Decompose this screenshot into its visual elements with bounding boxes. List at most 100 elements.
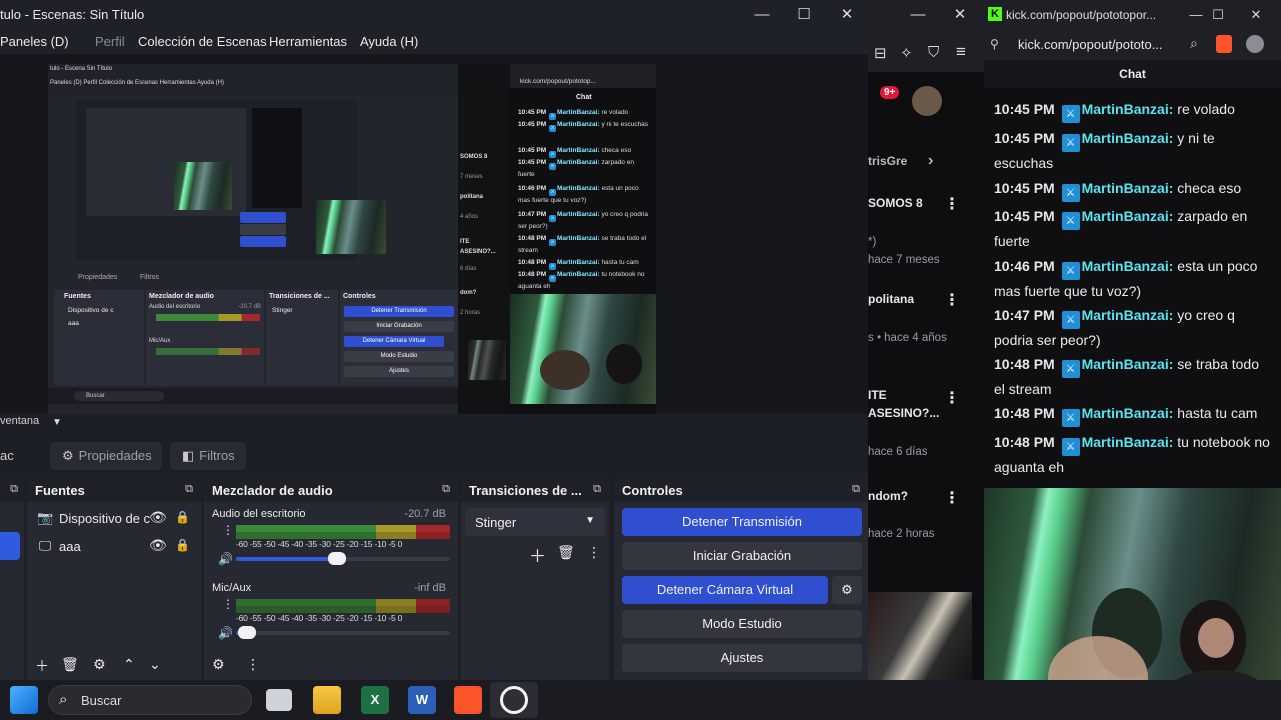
chat-username[interactable]: MartinBanzai [1082,307,1169,323]
chat-username[interactable]: MartinBanzai [557,109,597,116]
filters-button[interactable]: ◧ Filtros [170,442,246,470]
transition-select[interactable]: Stinger ▼ [465,508,605,536]
chat-username[interactable]: MartinBanzai [557,121,597,128]
leo-ai-icon[interactable]: ✧ [900,44,913,62]
minimize-button[interactable]: — [896,3,940,27]
taskbar-search[interactable]: ⌕ Buscar [48,685,252,715]
program-preview[interactable]: tulo - Escena Sin Título Paneles (D) Per… [0,54,868,414]
undock-icon[interactable]: ⧉ [10,483,18,496]
chat-username[interactable]: MartinBanzai [557,235,597,242]
add-transition-button[interactable]: ＋ [529,542,546,567]
chevron-down-icon[interactable]: ⌄ [149,656,161,673]
menu-ayuda[interactable]: Ayuda (H) [360,34,418,49]
properties-button[interactable]: ⚙ Propiedades [50,442,162,470]
menu-perfil[interactable]: Perfil [95,34,125,49]
zoom-icon[interactable]: ⌕ [1190,35,1198,52]
extensions-icon[interactable] [1246,35,1264,53]
kebab-menu-icon[interactable]: ⋮ [944,388,960,408]
chat-username[interactable]: MartinBanzai [557,185,597,192]
kebab-menu-icon[interactable]: ⋮ [587,544,601,561]
trash-icon[interactable]: 🗑 [557,544,575,561]
brave-icon[interactable] [454,686,482,714]
mixer-channel-mic: Mic/Aux -inf dB ⋮ -60 -55 -50 -45 -40 -3… [212,582,450,652]
slider-handle[interactable] [328,552,346,565]
avatar[interactable] [912,86,942,116]
notifications-bell[interactable]: 9+ [872,86,900,106]
virtual-camera-settings-button[interactable]: ⚙ [832,576,862,604]
excel-icon[interactable]: X [361,686,389,714]
start-recording-button[interactable]: Iniciar Grabación [622,542,862,570]
add-source-button[interactable]: ＋ [35,656,49,676]
kebab-menu-icon[interactable]: ⋮ [222,524,234,536]
kebab-menu-icon[interactable]: ⋮ [944,194,960,214]
speaker-icon[interactable]: 🔊 [218,626,233,640]
chat-username[interactable]: MartinBanzai [1082,258,1169,274]
start-icon[interactable] [10,686,38,714]
volume-slider[interactable] [236,552,450,565]
minimize-button[interactable]: — [740,3,784,27]
close-button[interactable]: ✕ [1234,3,1278,27]
chat-username[interactable]: MartinBanzai [1082,101,1169,117]
brave-shield-icon[interactable] [1216,35,1232,53]
stop-virtual-camera-button[interactable]: Detener Cámara Virtual [622,576,828,604]
slider-handle[interactable] [238,626,256,639]
kebab-menu-icon[interactable]: ⋮ [246,656,260,673]
video-thumbnail[interactable] [868,592,972,680]
undock-icon[interactable]: ⧉ [442,483,450,496]
menu-paneles[interactable]: Paneles (D) [0,34,69,49]
lock-icon[interactable]: 🔒 [175,510,190,524]
chat-username[interactable]: MartinBanzai [557,159,597,166]
studio-mode-button[interactable]: Modo Estudio [622,610,862,638]
undock-icon[interactable]: ⧉ [852,483,860,496]
visibility-eye-icon[interactable]: 👁 [149,537,167,554]
speaker-icon[interactable]: 🔊 [218,552,233,566]
site-settings-icon[interactable]: ⚲ [990,37,999,51]
settings-button[interactable]: Ajustes [622,644,862,672]
chat-username[interactable]: MartinBanzai [1082,434,1169,450]
source-item[interactable]: 🖵 aaa 👁 🔒 [35,534,225,560]
stop-streaming-button[interactable]: Detener Transmisión [622,508,862,536]
chat-username[interactable]: MartinBanzai [1082,130,1169,146]
chevron-right-icon[interactable]: › [928,152,933,170]
close-button[interactable]: ✕ [825,3,869,27]
undock-icon[interactable]: ⧉ [593,483,601,496]
visibility-eye-icon[interactable]: 👁 [149,509,167,526]
selected-scene[interactable] [0,532,20,560]
shield-icon[interactable]: ⛉ [928,44,939,61]
chat-username[interactable]: MartinBanzai [1082,180,1169,196]
task-view-icon[interactable] [266,689,292,711]
kebab-menu-icon[interactable]: ⋮ [944,290,960,310]
source-item[interactable]: 📷 Dispositivo de c 👁 🔒 [35,506,225,532]
chat-username[interactable]: MartinBanzai [1082,405,1169,421]
gear-icon[interactable]: ⚙ [93,656,106,673]
obs-icon[interactable] [500,686,528,714]
kebab-menu-icon[interactable]: ⋮ [944,488,960,508]
undock-icon[interactable]: ⧉ [185,483,193,496]
chat-timestamp: 10:45 PM [994,180,1055,196]
trash-icon[interactable]: 🗑 [61,656,79,673]
chat-username[interactable]: MartinBanzai [557,271,597,278]
sidebar-icon[interactable]: ⊟ [874,44,887,62]
file-explorer-icon[interactable] [313,686,341,714]
lock-icon[interactable]: 🔒 [175,538,190,552]
chat-username[interactable]: MartinBanzai [557,211,597,218]
word-icon[interactable]: W [408,686,436,714]
volume-slider[interactable] [236,626,450,639]
menu-herramientas[interactable]: Herramientas [269,34,347,49]
chevron-up-icon[interactable]: ⌃ [123,656,135,673]
menu-coleccion[interactable]: Colección de Escenas [138,34,267,49]
url-bar: ⚲ kick.com/popout/pototo... ⌕ [984,30,1281,60]
advanced-audio-icon[interactable]: ⚙ [212,656,225,673]
chat-username[interactable]: MartinBanzai [557,147,597,154]
maximize-button[interactable]: ☐ [782,3,826,27]
close-button[interactable]: ✕ [938,3,982,27]
dropdown-arrow-icon[interactable]: ▼ [52,417,62,428]
hamburger-menu-icon[interactable]: ≡ [956,42,966,62]
kebab-menu-icon[interactable]: ⋮ [222,598,234,610]
chat-username[interactable]: MartinBanzai [1082,356,1169,372]
volume-meter [236,525,450,539]
chat-username[interactable]: MartinBanzai [1082,208,1169,224]
chat-username[interactable]: MartinBanzai [557,259,597,266]
chat-timestamp: 10:47 PM [994,307,1055,323]
url-text[interactable]: kick.com/popout/pototo... [1018,37,1163,52]
